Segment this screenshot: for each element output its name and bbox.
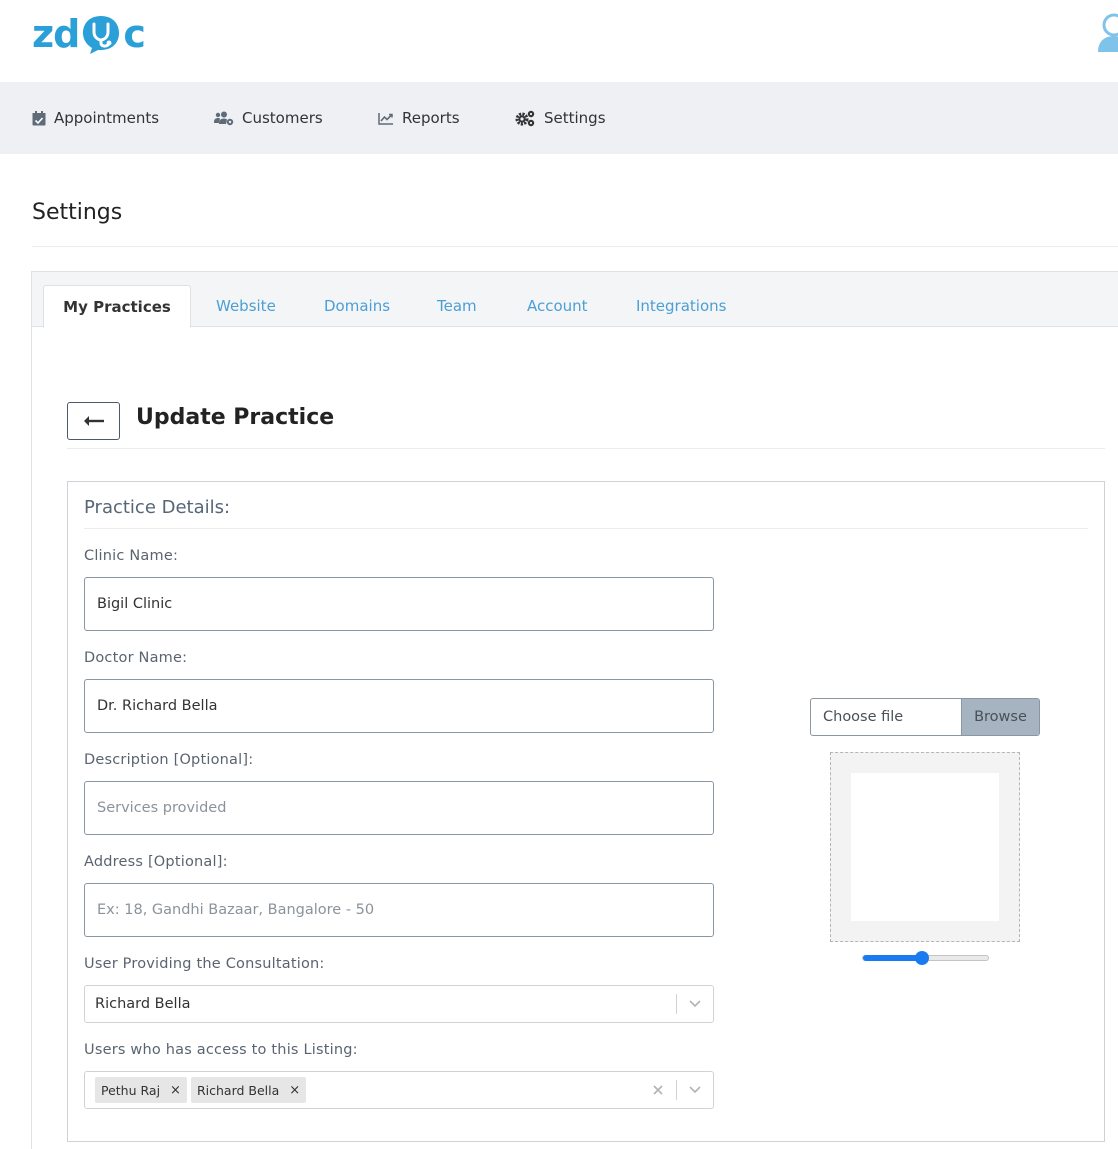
nav-reports[interactable]: Reports: [378, 82, 460, 154]
user-chip: Pethu Raj ×: [95, 1077, 187, 1103]
address-input[interactable]: Ex: 18, Gandhi Bazaar, Bangalore - 50: [84, 883, 714, 937]
clinic-name-input[interactable]: Bigil Clinic: [84, 577, 714, 631]
image-preview: [851, 773, 999, 921]
tab-account[interactable]: Account: [527, 285, 588, 327]
close-icon: [653, 1085, 663, 1095]
users-cog-icon: [214, 111, 234, 125]
logo-file-input[interactable]: Choose file Browse: [810, 698, 1040, 736]
update-practice-heading: Update Practice: [136, 405, 335, 430]
remove-user-button[interactable]: ×: [164, 1083, 187, 1098]
practice-details-legend: Practice Details:: [84, 497, 231, 518]
remove-user-button[interactable]: ×: [283, 1083, 306, 1098]
access-users-multiselect[interactable]: Pethu Raj × Richard Bella ×: [84, 1071, 714, 1109]
description-input[interactable]: Services provided: [84, 781, 714, 835]
address-placeholder: Ex: 18, Gandhi Bazaar, Bangalore - 50: [97, 902, 375, 918]
back-button[interactable]: [67, 402, 120, 440]
arrow-left-icon: [83, 416, 104, 426]
user-chip-label: Pethu Raj: [101, 1082, 161, 1098]
nav-label-appointments: Appointments: [54, 109, 160, 127]
chart-line-icon: [378, 112, 393, 125]
user-chip-label: Richard Bella: [196, 1082, 280, 1098]
nav-label-customers: Customers: [242, 109, 323, 127]
clinic-name-value: Bigil Clinic: [97, 596, 173, 612]
file-input-label: Choose file: [823, 709, 904, 725]
tab-website[interactable]: Website: [216, 285, 276, 327]
divider: [32, 246, 1118, 247]
description-placeholder: Services provided: [97, 800, 227, 816]
selected-users: Pethu Raj × Richard Bella ×: [85, 1077, 640, 1103]
tab-team[interactable]: Team: [437, 285, 477, 327]
user-chip: Richard Bella ×: [190, 1077, 307, 1103]
nav-customers[interactable]: Customers: [214, 82, 323, 154]
image-crop-area[interactable]: [830, 752, 1020, 942]
address-label: Address [Optional]:: [84, 854, 228, 870]
doctor-name-label: Doctor Name:: [84, 650, 188, 666]
tab-my-practices[interactable]: My Practices: [43, 285, 191, 328]
zdoc-logo[interactable]: zd c: [32, 12, 146, 56]
logo-text-start: zd: [32, 12, 80, 56]
cogs-icon: [515, 110, 535, 126]
clinic-name-label: Clinic Name:: [84, 548, 179, 564]
description-label: Description [Optional]:: [84, 752, 254, 768]
main-nav: Appointments Customers Reports Settings: [0, 82, 1118, 154]
nav-label-reports: Reports: [402, 109, 460, 127]
doctor-name-value: Dr. Richard Bella: [97, 698, 218, 714]
chevron-down-icon: [689, 1000, 701, 1008]
calendar-check-icon: [32, 110, 46, 125]
chevron-down-icon: [689, 1086, 701, 1094]
zoom-slider-thumb[interactable]: [914, 951, 929, 965]
consultant-select[interactable]: Richard Bella: [84, 985, 714, 1023]
user-avatar-icon[interactable]: [1094, 12, 1118, 52]
settings-tabs: My Practices Website Domains Team Accoun…: [32, 272, 1118, 328]
nav-appointments[interactable]: Appointments: [32, 82, 159, 154]
browse-button[interactable]: Browse: [961, 699, 1039, 735]
divider: [67, 448, 1105, 449]
nav-settings[interactable]: Settings: [515, 82, 606, 154]
tab-domains[interactable]: Domains: [324, 285, 390, 327]
app-header: zd c: [0, 0, 1118, 82]
consultant-label: User Providing the Consultation:: [84, 956, 325, 972]
doctor-name-input[interactable]: Dr. Richard Bella: [84, 679, 714, 733]
access-dropdown-toggle[interactable]: [677, 1072, 713, 1108]
zoom-slider[interactable]: [862, 951, 989, 965]
consultant-selected-value: Richard Bella: [95, 996, 191, 1012]
consultant-dropdown-toggle[interactable]: [677, 986, 713, 1022]
tab-integrations[interactable]: Integrations: [636, 285, 726, 327]
page-title: Settings: [32, 200, 123, 225]
access-users-label: Users who has access to this Listing:: [84, 1042, 358, 1058]
divider: [84, 528, 1088, 529]
clear-all-button[interactable]: [640, 1072, 676, 1108]
stethoscope-logo-icon: [83, 16, 120, 54]
zoom-slider-fill: [863, 955, 922, 961]
logo-text-end: c: [123, 12, 146, 56]
nav-label-settings: Settings: [544, 109, 606, 127]
